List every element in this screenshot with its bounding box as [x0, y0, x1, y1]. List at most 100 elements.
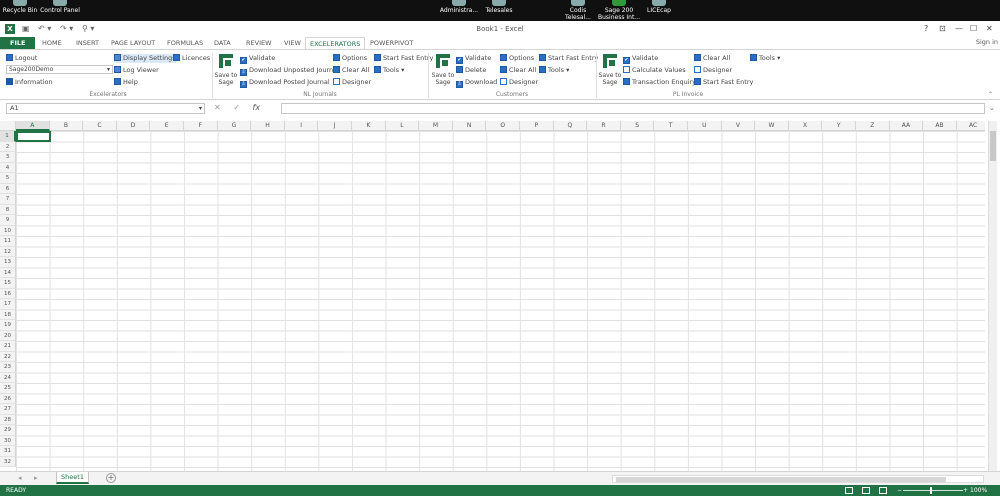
customers-delete-button[interactable]: Delete — [456, 66, 486, 75]
pl-clear-all-button[interactable]: Clear All — [694, 54, 730, 63]
row-header[interactable]: 10 — [0, 225, 16, 236]
row-header[interactable]: 1 — [0, 131, 16, 142]
row-header[interactable]: 17 — [0, 299, 16, 310]
customers-save-to-sage-label[interactable]: Save to Sage — [431, 72, 455, 86]
worksheet-grid[interactable]: A B C D E F G H I J K L M N O P Q R S T U V W X Y Z AA AB AC 1234567… — [0, 121, 985, 471]
cell-area[interactable] — [16, 131, 985, 471]
row-header[interactable]: 14 — [0, 267, 16, 278]
nl-start-fast-entry-button[interactable]: Start Fast Entry — [374, 54, 433, 63]
zoom-in-icon[interactable]: + — [963, 485, 968, 496]
pl-calculate-values-button[interactable]: Calculate Values — [623, 66, 686, 75]
column-header[interactable]: Q — [553, 121, 588, 131]
sign-in-link[interactable]: Sign in — [976, 38, 998, 46]
column-header[interactable]: X — [788, 121, 823, 131]
row-header[interactable]: 24 — [0, 372, 16, 383]
vertical-scroll-thumb[interactable] — [990, 131, 996, 161]
row-header[interactable]: 3 — [0, 152, 16, 163]
nl-options-button[interactable]: Options — [333, 54, 367, 63]
name-box[interactable]: A1 — [6, 103, 205, 114]
desktop-icon-codis-telesales[interactable]: Codis Telesal... — [562, 0, 594, 21]
expand-formula-bar-icon[interactable]: ⌄ — [989, 104, 995, 112]
row-header[interactable]: 5 — [0, 173, 16, 184]
enter-icon[interactable]: ✓ — [233, 103, 240, 112]
desktop-icon-licecap[interactable]: LICEcap — [645, 0, 673, 14]
select-all-corner[interactable] — [0, 121, 16, 131]
tab-data[interactable]: DATA — [210, 37, 235, 49]
row-header[interactable]: 2 — [0, 141, 16, 152]
customers-start-fast-entry-button[interactable]: Start Fast Entry — [539, 54, 598, 63]
column-header[interactable]: U — [688, 121, 722, 131]
formula-input[interactable] — [281, 103, 985, 114]
tab-powerpivot[interactable]: POWERPIVOT — [366, 37, 417, 49]
column-header[interactable]: B — [49, 121, 84, 131]
row-header[interactable]: 6 — [0, 183, 16, 194]
row-header[interactable]: 15 — [0, 278, 16, 289]
row-header[interactable]: 27 — [0, 404, 16, 415]
tab-review[interactable]: REVIEW — [242, 37, 276, 49]
column-header[interactable]: L — [385, 121, 420, 131]
customers-clear-all-button[interactable]: Clear All — [500, 66, 536, 75]
column-header[interactable]: A — [16, 121, 50, 131]
row-header[interactable]: 32 — [0, 456, 16, 467]
desktop-icon-control-panel[interactable]: Control Panel — [40, 0, 80, 14]
row-header[interactable]: 20 — [0, 330, 16, 341]
horizontal-scrollbar[interactable] — [612, 475, 984, 483]
row-header[interactable]: 12 — [0, 246, 16, 257]
logout-button[interactable]: Logout — [6, 54, 37, 63]
nl-validate-button[interactable]: Validate — [240, 54, 275, 64]
row-header[interactable]: 7 — [0, 194, 16, 205]
horizontal-scroll-thumb[interactable] — [616, 477, 946, 482]
zoom-level[interactable]: 100% — [970, 485, 987, 496]
nl-download-posted-button[interactable]: Download Posted Journal — [240, 78, 330, 88]
column-header[interactable]: AC — [956, 121, 985, 131]
customers-tools-menu[interactable]: Tools ▾ — [539, 66, 569, 75]
nl-save-to-sage-label[interactable]: Save to Sage — [214, 72, 238, 86]
row-header[interactable]: 26 — [0, 393, 16, 404]
page-layout-view-icon[interactable] — [862, 487, 870, 494]
zoom-slider-knob[interactable] — [930, 487, 932, 494]
customers-options-button[interactable]: Options — [500, 54, 534, 63]
row-header[interactable]: 28 — [0, 414, 16, 425]
column-header[interactable]: K — [352, 121, 386, 131]
tab-page-layout[interactable]: PAGE LAYOUT — [107, 37, 159, 49]
column-header[interactable]: N — [452, 121, 487, 131]
column-header[interactable]: D — [116, 121, 151, 131]
row-header[interactable]: 8 — [0, 204, 16, 215]
customers-designer-button[interactable]: Designer — [500, 78, 538, 87]
row-header[interactable]: 13 — [0, 257, 16, 268]
close-button[interactable]: ✕ — [986, 24, 993, 33]
pl-validate-button[interactable]: Validate — [623, 54, 658, 64]
vertical-scrollbar[interactable] — [988, 121, 997, 471]
licences-button[interactable]: Licences — [173, 54, 210, 63]
row-header[interactable]: 19 — [0, 320, 16, 331]
row-header[interactable]: 30 — [0, 435, 16, 446]
row-header[interactable]: 31 — [0, 446, 16, 457]
row-header[interactable]: 21 — [0, 341, 16, 352]
column-header[interactable]: R — [587, 121, 621, 131]
pl-tools-menu[interactable]: Tools ▾ — [750, 54, 780, 63]
insert-function-icon[interactable]: fx — [253, 103, 261, 112]
desktop-icon-administrator[interactable]: Administra... — [438, 0, 480, 14]
normal-view-icon[interactable] — [845, 487, 853, 494]
column-header[interactable]: V — [721, 121, 756, 131]
minimize-button[interactable]: — — [955, 24, 963, 33]
nl-download-unposted-button[interactable]: Download Unposted Journal — [240, 66, 339, 76]
column-header[interactable]: T — [654, 121, 688, 131]
column-header[interactable]: O — [486, 121, 520, 131]
zoom-slider[interactable] — [903, 490, 963, 491]
page-break-view-icon[interactable] — [879, 487, 887, 494]
row-header[interactable]: 22 — [0, 351, 16, 362]
sheet-tab-sheet1[interactable]: Sheet1 — [56, 472, 89, 484]
help-ribbon-button[interactable]: Help — [114, 78, 138, 87]
zoom-out-icon[interactable]: − — [897, 485, 902, 496]
column-header[interactable]: J — [318, 121, 352, 131]
ribbon-display-options-icon[interactable]: ⊡ — [939, 24, 946, 33]
maximize-button[interactable]: ☐ — [970, 24, 977, 33]
column-header[interactable]: AB — [923, 121, 957, 131]
pl-transaction-enquiry-button[interactable]: Transaction Enquiry — [623, 78, 696, 87]
desktop-icon-sage-200[interactable]: Sage 200 Business Int... — [598, 0, 640, 21]
customers-download-button[interactable]: Download — [456, 78, 497, 88]
column-header[interactable]: M — [419, 121, 453, 131]
column-header[interactable]: H — [251, 121, 285, 131]
save-to-sage-icon[interactable] — [436, 54, 450, 68]
